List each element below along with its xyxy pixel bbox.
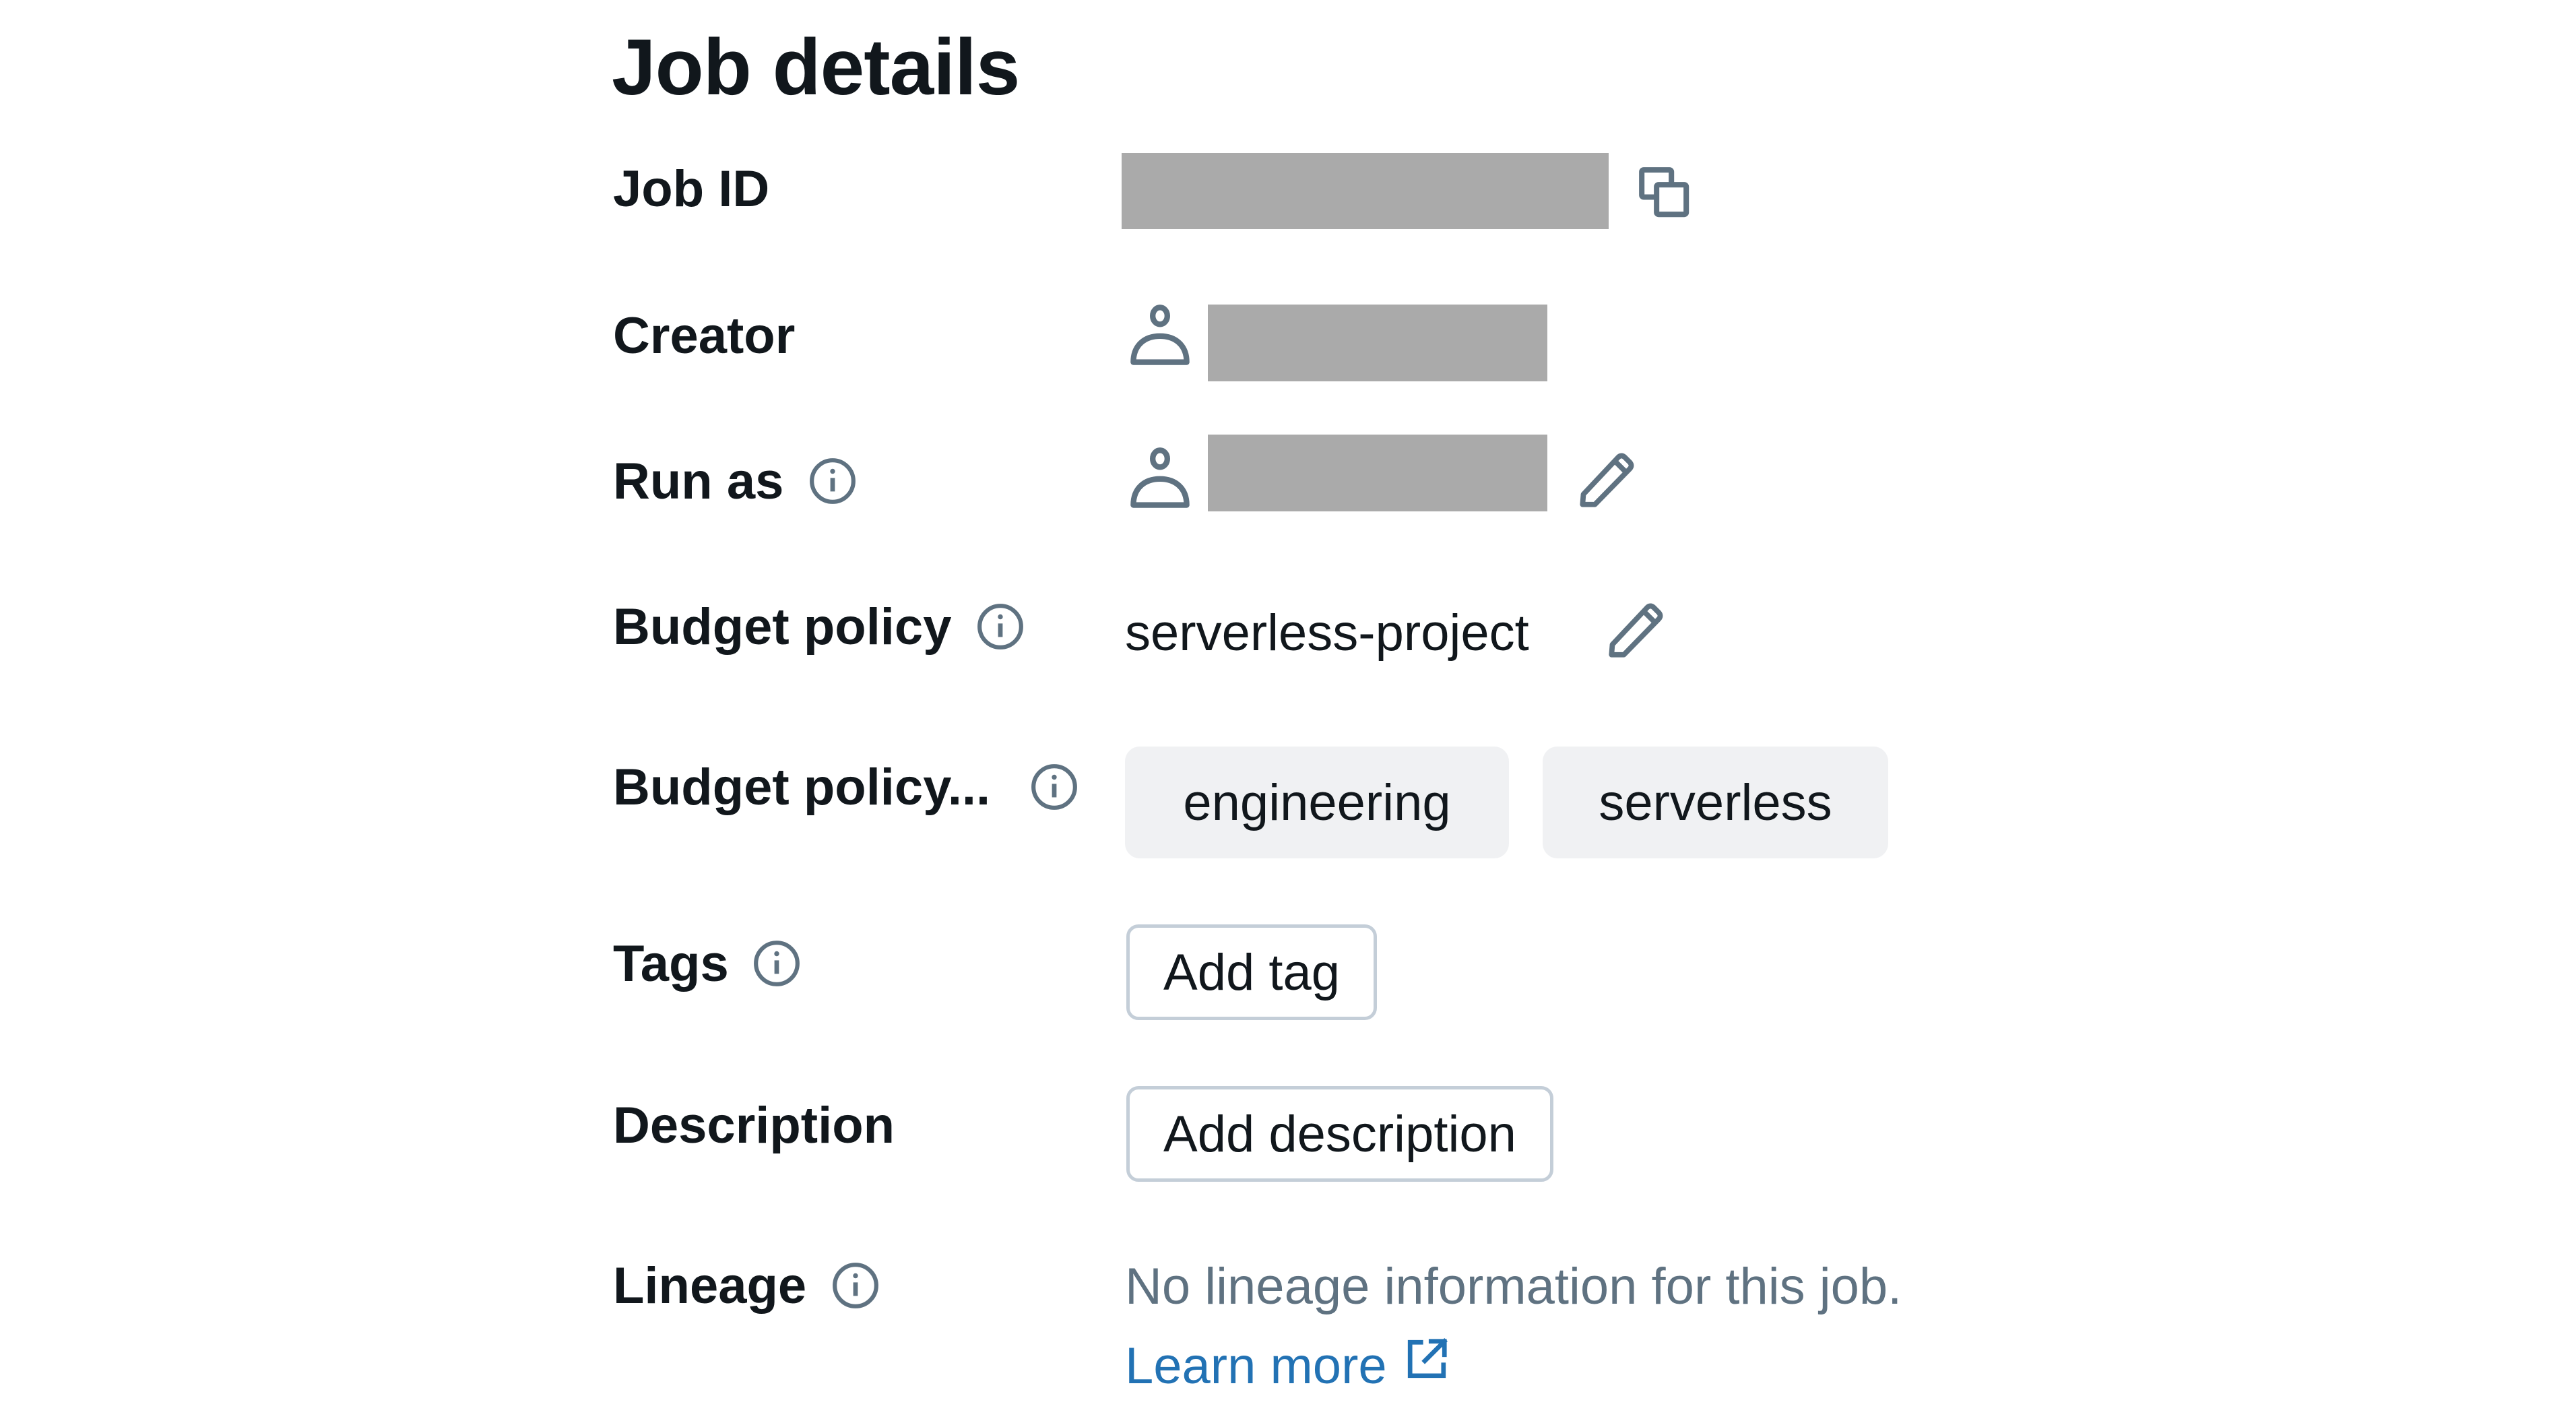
budget-policy-tag-chip: engineering xyxy=(1125,747,1509,858)
budget-policy-label: Budget policy xyxy=(613,593,1025,660)
lineage-label: Lineage xyxy=(613,1252,880,1319)
info-icon[interactable] xyxy=(808,456,858,506)
add-tag-button[interactable]: Add tag xyxy=(1126,924,1377,1020)
external-link-icon xyxy=(1403,1335,1450,1383)
lineage-label-text: Lineage xyxy=(613,1257,807,1315)
copy-icon[interactable] xyxy=(1636,164,1695,223)
job-id-label-text: Job ID xyxy=(613,160,770,218)
creator-label-text: Creator xyxy=(613,307,796,365)
info-icon[interactable] xyxy=(752,939,802,988)
info-icon[interactable] xyxy=(975,602,1025,652)
info-icon[interactable] xyxy=(1029,762,1079,812)
job-details-panel: Job details Job ID Creator Run as Budget… xyxy=(0,0,2576,1425)
pencil-icon[interactable] xyxy=(1602,598,1668,664)
lineage-empty-message: No lineage information for this job. xyxy=(1125,1258,1902,1315)
info-icon[interactable] xyxy=(831,1261,880,1310)
tags-label: Tags xyxy=(613,930,802,997)
run-as-label: Run as xyxy=(613,447,858,515)
budget-policy-tags-label-text: Budget policy... xyxy=(613,758,991,816)
budget-policy-label-text: Budget policy xyxy=(613,598,952,656)
learn-more-link-text[interactable]: Learn more xyxy=(1125,1333,1387,1400)
run-as-value-redacted xyxy=(1208,435,1547,511)
budget-policy-tags-label: Budget policy... xyxy=(613,753,1079,821)
user-icon xyxy=(1126,445,1194,512)
creator-label: Creator xyxy=(613,302,795,369)
description-label: Description xyxy=(613,1091,895,1159)
pencil-icon[interactable] xyxy=(1573,448,1639,514)
tags-label-text: Tags xyxy=(613,935,729,992)
description-label-text: Description xyxy=(613,1096,895,1154)
section-title: Job details xyxy=(612,23,1020,112)
user-icon xyxy=(1126,302,1194,369)
add-description-button[interactable]: Add description xyxy=(1126,1086,1553,1182)
budget-policy-value: serverless-project xyxy=(1125,604,1529,662)
job-id-value-redacted xyxy=(1122,153,1609,229)
creator-value-redacted xyxy=(1208,305,1547,381)
learn-more-link[interactable]: Learn more xyxy=(1125,1333,1450,1400)
run-as-label-text: Run as xyxy=(613,452,784,510)
job-id-label: Job ID xyxy=(613,155,769,222)
budget-policy-tag-chip: serverless xyxy=(1543,747,1888,858)
